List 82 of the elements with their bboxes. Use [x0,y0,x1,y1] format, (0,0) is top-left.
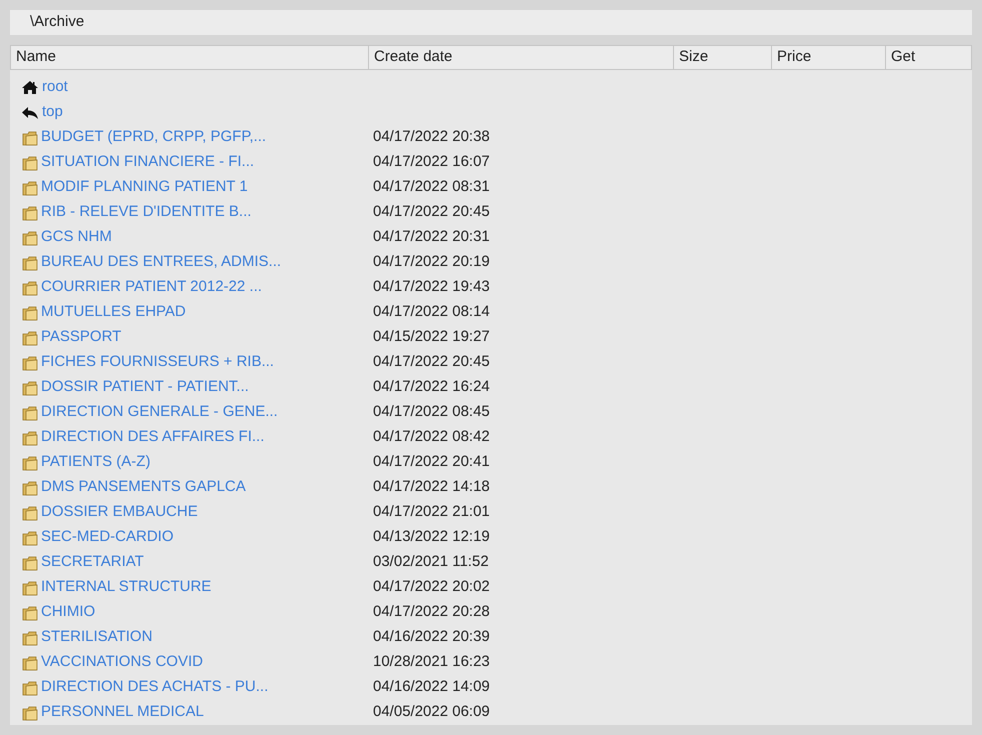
folder-link[interactable]: PERSONNEL MEDICAL [41,701,204,724]
column-header[interactable]: Name [11,46,368,69]
folder-link[interactable]: FICHES FOURNISSEURS + RIB... [41,351,274,374]
folder-icon [22,304,38,320]
folder-link[interactable]: STERILISATION [41,626,152,649]
date-cell-text: 04/15/2022 19:27 [372,327,491,348]
folder-link[interactable]: MODIF PLANNING PATIENT 1 [41,176,248,199]
column-header[interactable]: Get [885,46,971,69]
folder-icon [22,454,38,470]
folder-link[interactable]: BUREAU DES ENTREES, ADMIS... [41,251,282,274]
date-cell-text: 04/17/2022 20:41 [372,452,491,472]
date-cell-text: 04/17/2022 20:19 [372,252,491,272]
folder-icon [22,130,38,146]
date-cell-text: 04/17/2022 08:42 [372,427,491,448]
folder-icon [22,254,38,270]
folder-icon [22,604,38,620]
folder-link[interactable]: INTERNAL STRUCTURE [41,576,212,599]
folder-link[interactable]: VACCINATIONS COVID [41,651,203,674]
folder-icon [22,654,38,670]
date-cell-text: 04/16/2022 20:39 [372,627,491,648]
folder-icon [22,680,38,696]
date-cell-text: 04/17/2022 16:24 [372,377,491,398]
folder-link[interactable]: SITUATION FINANCIERE - FI... [41,151,254,174]
date-cell-text: 04/17/2022 20:38 [372,127,491,148]
date-cell-text: 04/17/2022 20:31 [372,227,491,248]
back-arrow-icon [21,106,39,120]
folder-icon [22,430,38,446]
date-cell-text: 10/28/2021 16:23 [372,652,491,672]
folder-icon [22,404,38,420]
current-path: \Archive [30,12,84,32]
column-header[interactable]: Price [771,46,885,69]
date-cell-text: 04/13/2022 12:19 [372,527,491,548]
folder-link[interactable]: CHIMIO [41,601,96,624]
folder-icon [22,354,38,370]
date-cell-text: 04/17/2022 14:18 [372,477,491,498]
folder-link[interactable]: RIB - RELEVE D'IDENTITE B... [41,201,252,224]
date-cell-text: 04/17/2022 20:45 [372,202,491,222]
folder-icon [22,280,38,296]
folder-icon [22,380,38,396]
nav-link[interactable]: top [42,101,63,124]
folder-link[interactable]: DMS PANSEMENTS GAPLCA [41,476,246,499]
folder-link[interactable]: SECRETARIAT [41,551,144,574]
date-cell-text: 03/02/2021 11:52 [372,552,490,572]
date-cell-text: 04/17/2022 08:31 [372,177,491,198]
folder-icon [22,330,38,346]
folder-icon [22,504,38,520]
date-cell-text: 04/17/2022 08:45 [372,402,491,422]
folder-link[interactable]: MUTUELLES EHPAD [41,301,186,324]
folder-icon [22,530,38,546]
folder-link[interactable]: DIRECTION GENERALE - GENE... [41,401,278,424]
date-cell-text: 04/17/2022 16:07 [372,152,491,172]
date-cell-text: 04/05/2022 06:09 [372,702,491,722]
folder-link[interactable]: SEC-MED-CARDIO [41,526,174,549]
folder-link[interactable]: DIRECTION DES ACHATS - PU... [41,676,268,699]
folder-icon [22,630,38,646]
folder-icon [22,230,38,246]
folder-link[interactable]: PASSPORT [41,326,122,349]
date-cell-text: 04/17/2022 20:02 [372,577,491,598]
folder-link[interactable]: DIRECTION DES AFFAIRES FI... [41,426,264,449]
nav-link[interactable]: root [42,76,68,99]
folder-icon [22,580,38,596]
folder-icon [22,154,38,170]
date-cell-text: 04/17/2022 08:14 [372,302,491,322]
date-cell-text: 04/17/2022 21:01 [372,502,491,522]
folder-icon [22,204,38,220]
folder-icon [22,554,38,570]
column-header[interactable]: Size [673,46,771,69]
folder-link[interactable]: COURRIER PATIENT 2012-22 ... [41,276,262,299]
date-cell-text: 04/17/2022 19:43 [372,277,491,298]
date-cell-text: 04/17/2022 20:28 [372,602,491,622]
folder-link[interactable]: GCS NHM [41,226,112,249]
home-icon [21,80,39,95]
date-cell-text: 04/16/2022 14:09 [372,677,491,698]
folder-link[interactable]: BUDGET (EPRD, CRPP, PGFP,... [41,126,266,149]
date-cell-text: 04/17/2022 20:45 [372,352,491,372]
folder-icon [22,180,38,196]
folder-link[interactable]: DOSSIR PATIENT - PATIENT... [41,376,249,399]
column-header[interactable]: Create date [368,46,673,69]
folder-icon [22,480,38,496]
folder-link[interactable]: PATIENTS (A-Z) [41,451,150,474]
folder-link[interactable]: DOSSIER EMBAUCHE [41,501,198,524]
folder-icon [22,704,38,720]
